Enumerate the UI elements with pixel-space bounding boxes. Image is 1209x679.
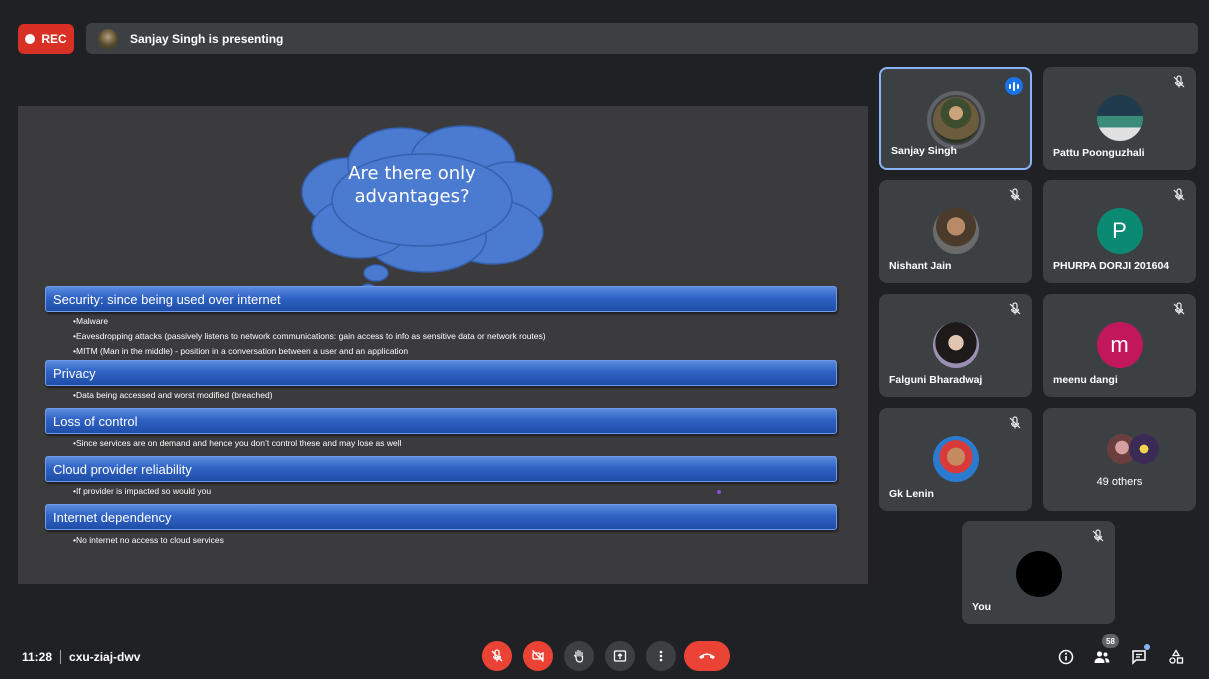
info-icon xyxy=(1058,649,1074,665)
divider xyxy=(60,650,62,664)
participant-tile-pattu-poonguzhali[interactable]: Pattu Poonguzhali xyxy=(1043,67,1196,170)
participant-name: You xyxy=(972,601,992,613)
slide-heading-loss-of-control: Loss of control xyxy=(45,408,837,434)
end-call-button[interactable] xyxy=(684,641,730,671)
meeting-details-button[interactable] xyxy=(1055,646,1077,668)
participant-name: meenu dangi xyxy=(1053,374,1118,386)
meeting-time: 11:28 xyxy=(22,650,53,664)
more-options-icon xyxy=(659,650,663,662)
slide-bullet: Data being accessed and worst modified (… xyxy=(73,390,273,400)
raise-hand-button[interactable] xyxy=(564,641,594,671)
present-screen-button[interactable] xyxy=(605,641,635,671)
participant-name: Gk Lenin xyxy=(889,488,934,500)
participant-tile-others[interactable]: 49 others xyxy=(1043,408,1196,511)
slide-bullet: Since services are on demand and hence y… xyxy=(73,438,402,448)
avatar: P xyxy=(1096,208,1143,254)
activities-icon xyxy=(1169,649,1184,664)
people-button[interactable] xyxy=(1091,646,1113,668)
participant-tile-sanjay-singh[interactable]: Sanjay Singh xyxy=(879,67,1032,170)
participant-tile-falguni-bharadwaj[interactable]: Falguni Bharadwaj xyxy=(879,294,1032,397)
presenting-banner: Sanjay Singh is presenting xyxy=(86,23,1198,54)
slide-heading-cloud-reliability: Cloud provider reliability xyxy=(45,456,837,482)
avatar xyxy=(1096,95,1143,141)
people-count-badge: 58 xyxy=(1102,634,1119,648)
pointer-dot xyxy=(717,490,721,494)
participant-name: Sanjay Singh xyxy=(891,145,957,157)
slide-bullet: No internet no access to cloud services xyxy=(73,535,224,545)
slide-bullet: Eavesdropping attacks (passively listens… xyxy=(73,331,546,341)
avatar xyxy=(932,322,979,368)
record-dot-icon xyxy=(25,34,36,44)
activities-button[interactable] xyxy=(1165,646,1187,668)
participant-name: PHURPA DORJI 201604 xyxy=(1053,260,1170,272)
chat-notification-dot xyxy=(1144,644,1150,650)
people-icon xyxy=(1094,651,1110,663)
camera-off-icon xyxy=(532,650,544,662)
recording-indicator[interactable]: REC xyxy=(18,24,74,54)
slide-bullet: MITM (Man in the middle) - position in a… xyxy=(73,346,408,356)
participant-tile-nishant-jain[interactable]: Nishant Jain xyxy=(879,180,1032,283)
recording-label: REC xyxy=(41,32,67,46)
participant-name: Nishant Jain xyxy=(889,260,952,272)
presenter-avatar xyxy=(98,28,118,49)
end-call-icon xyxy=(699,653,715,659)
meeting-code[interactable]: cxu-ziaj-dwv xyxy=(69,650,140,664)
participant-tile-you[interactable]: You xyxy=(962,521,1115,624)
avatar xyxy=(932,97,979,143)
more-options-button[interactable] xyxy=(646,641,676,671)
mic-off-icon xyxy=(1173,302,1185,315)
participant-name: Falguni Bharadwaj xyxy=(889,374,983,386)
slide-heading-privacy: Privacy xyxy=(45,360,837,386)
speaking-indicator-icon xyxy=(1005,77,1023,95)
camera-toggle-button[interactable] xyxy=(523,641,553,671)
mic-off-icon xyxy=(1009,188,1021,201)
chat-icon xyxy=(1132,650,1146,665)
mic-toggle-button[interactable] xyxy=(482,641,512,671)
mic-off-icon xyxy=(1173,75,1185,88)
slide-bullet: If provider is impacted so would you xyxy=(73,486,211,496)
mic-off-icon xyxy=(491,649,503,662)
mic-off-icon xyxy=(1009,416,1021,429)
slide-heading-security: Security: since being used over internet xyxy=(45,286,837,312)
presenting-text: Sanjay Singh is presenting xyxy=(130,31,284,46)
mic-off-icon xyxy=(1009,302,1021,315)
presentation-slide: Are there only advantages? Security: sin… xyxy=(18,106,868,584)
meeting-info: 11:28 cxu-ziaj-dwv xyxy=(22,650,140,664)
avatar xyxy=(932,208,979,254)
mic-off-icon xyxy=(1092,529,1104,542)
avatar: m xyxy=(1096,322,1143,368)
raise-hand-icon xyxy=(573,649,584,663)
slide-heading-internet-dependency: Internet dependency xyxy=(45,504,837,530)
avatar xyxy=(1129,434,1159,464)
avatar xyxy=(1015,551,1062,597)
slide-bullet: Malware xyxy=(73,316,108,326)
participant-tile-gk-lenin[interactable]: Gk Lenin xyxy=(879,408,1032,511)
participant-tile-meenu-dangi[interactable]: m meenu dangi xyxy=(1043,294,1196,397)
participant-name: Pattu Poonguzhali xyxy=(1053,147,1145,159)
participant-tile-phurpa-dorji[interactable]: P PHURPA DORJI 201604 xyxy=(1043,180,1196,283)
others-count-label: 49 others xyxy=(1096,476,1143,488)
present-screen-icon xyxy=(613,650,627,662)
cloud-title: Are there only advantages? xyxy=(348,163,476,207)
avatar xyxy=(932,436,979,482)
mic-off-icon xyxy=(1173,188,1185,201)
